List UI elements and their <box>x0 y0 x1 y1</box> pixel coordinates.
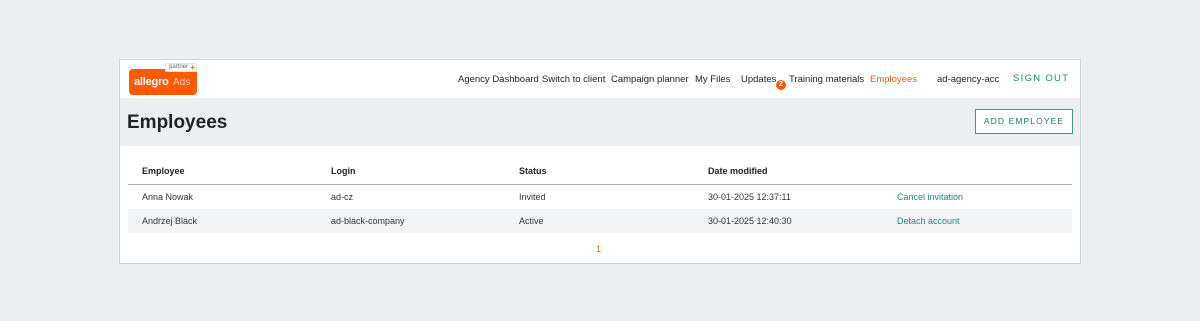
nav-training-materials[interactable]: Training materials <box>789 74 864 85</box>
column-header-employee: Employee <box>142 166 185 176</box>
cell-status: Active <box>519 216 544 226</box>
updates-count-badge: 2 <box>776 80 786 90</box>
nav-agency-dashboard[interactable]: Agency Dashboard <box>458 74 539 85</box>
allegro-ads-logo[interactable]: allegro Ads partner + <box>129 63 197 95</box>
page-header: Employees ADD EMPLOYEE <box>120 98 1080 146</box>
cell-login: ad-black-company <box>331 216 405 226</box>
cancel-invitation-link[interactable]: Cancel invitation <box>897 192 963 202</box>
column-header-login: Login <box>331 166 356 176</box>
cell-login: ad-cz <box>331 192 354 202</box>
detach-account-link[interactable]: Detach account <box>897 216 960 226</box>
account-name[interactable]: ad-agency-acc <box>937 74 999 85</box>
partner-badge-text: partner <box>168 64 188 70</box>
app-frame: allegro Ads partner + Agency Dashboard S… <box>119 59 1081 264</box>
add-employee-button[interactable]: ADD EMPLOYEE <box>975 109 1073 134</box>
top-navigation-bar: allegro Ads partner + Agency Dashboard S… <box>120 60 1080 98</box>
nav-my-files[interactable]: My Files <box>695 74 730 85</box>
logo-brand-text: allegro <box>134 76 169 88</box>
column-header-status: Status <box>519 166 547 176</box>
cell-date-modified: 30-01-2025 12:37:11 <box>708 192 791 202</box>
table-row: Anna Nowak ad-cz Invited 30-01-2025 12:3… <box>128 185 1072 209</box>
cell-employee: Anna Nowak <box>142 192 194 202</box>
nav-updates[interactable]: Updates <box>741 74 776 85</box>
table-row: Andrzej Black ad-black-company Active 30… <box>128 209 1072 233</box>
cell-employee: Andrzej Black <box>142 216 198 226</box>
partner-plus-icon: + <box>190 63 195 72</box>
nav-employees[interactable]: Employees <box>870 74 917 85</box>
nav-campaign-planner[interactable]: Campaign planner <box>611 74 689 85</box>
pagination-page-1[interactable]: 1 <box>596 244 601 254</box>
nav-switch-to-client[interactable]: Switch to client <box>542 74 605 85</box>
column-header-date-modified: Date modified <box>708 166 768 176</box>
logo-ads-text: Ads <box>173 77 191 88</box>
partner-badge: partner + <box>164 63 197 72</box>
cell-date-modified: 30-01-2025 12:40:30 <box>708 216 792 226</box>
sign-out-link[interactable]: SIGN OUT <box>1013 73 1069 84</box>
page-title: Employees <box>127 112 228 133</box>
cell-status: Invited <box>519 192 546 202</box>
